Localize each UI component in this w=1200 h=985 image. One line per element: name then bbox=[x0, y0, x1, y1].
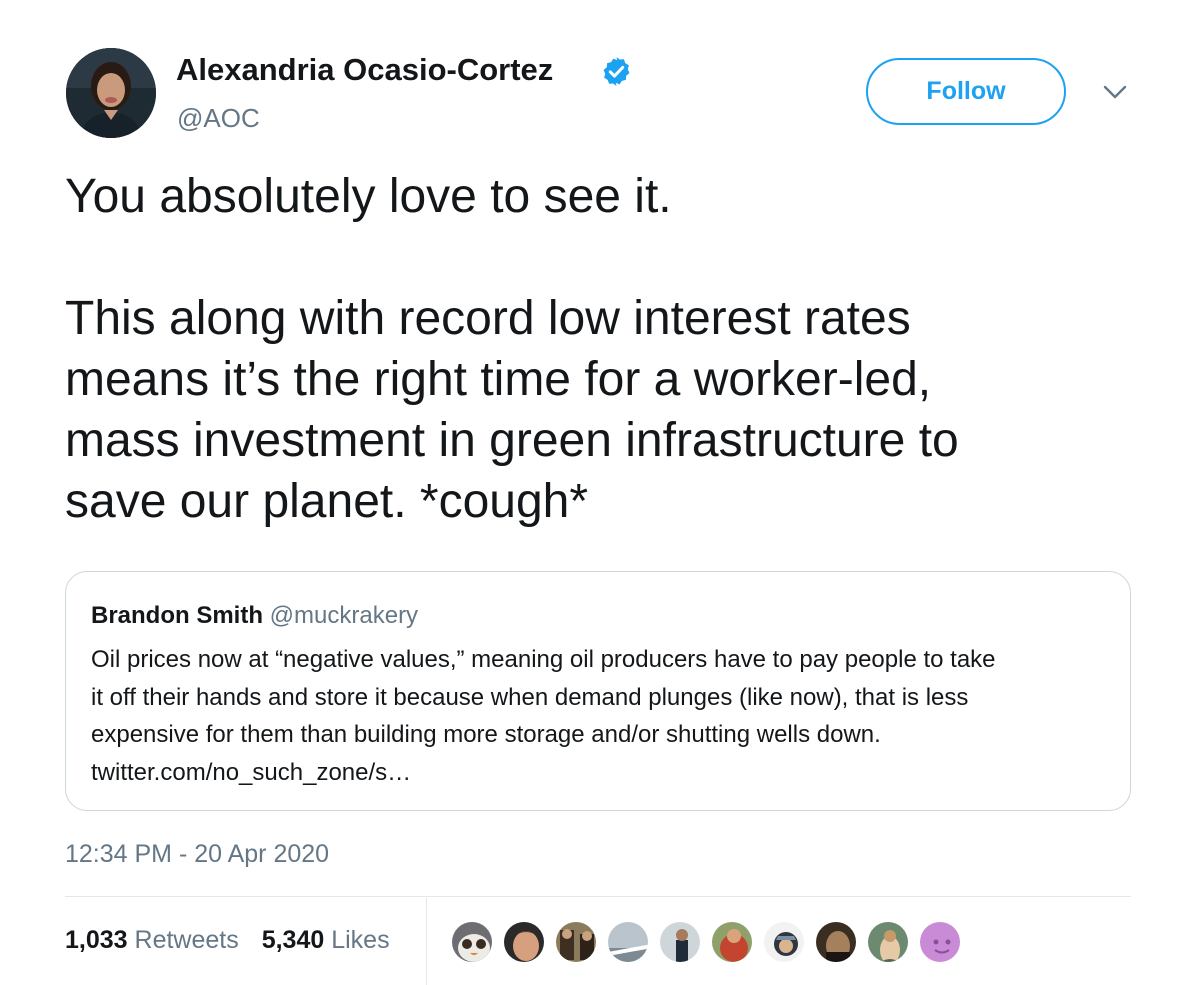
liker-avatar[interactable] bbox=[814, 920, 858, 964]
liker-avatar[interactable] bbox=[502, 920, 546, 964]
tweet-text-line: means it’s the right time for a worker-l… bbox=[65, 353, 932, 406]
tweet-text: You absolutely love to see it. This alon… bbox=[65, 166, 1145, 532]
tweet-card: Alexandria Ocasio-Cortez @AOC Follow You… bbox=[0, 0, 1200, 985]
likes-count: 5,340 bbox=[261, 926, 325, 954]
stats-divider bbox=[426, 898, 427, 985]
verified-badge-icon bbox=[603, 57, 630, 86]
tweet-timestamp[interactable]: 12:34 PM - 20 Apr 2020 bbox=[65, 840, 329, 869]
quoted-tweet[interactable]: Brandon Smith @muckrakery Oil prices now… bbox=[65, 571, 1131, 811]
liker-avatar[interactable] bbox=[450, 920, 494, 964]
liker-avatar[interactable] bbox=[554, 920, 598, 964]
tweet-stats: 1,033 Retweets 5,340 Likes bbox=[65, 926, 390, 955]
liker-avatar[interactable] bbox=[710, 920, 754, 964]
divider bbox=[65, 896, 1131, 897]
tweet-text-line: mass investment in green infrastructure … bbox=[65, 414, 959, 467]
author-name[interactable]: Alexandria Ocasio-Cortez bbox=[176, 52, 553, 88]
quoted-author-handle: @muckrakery bbox=[269, 602, 419, 629]
retweets-count: 1,033 bbox=[65, 926, 128, 954]
liker-avatar[interactable] bbox=[606, 920, 650, 964]
author-avatar[interactable] bbox=[66, 48, 156, 138]
quoted-author-name: Brandon Smith bbox=[91, 602, 263, 629]
follow-button[interactable]: Follow bbox=[866, 58, 1066, 125]
liker-avatar[interactable] bbox=[762, 920, 806, 964]
likes-stat[interactable]: 5,340 Likes bbox=[262, 926, 390, 954]
tweet-text-line: save our planet. *cough* bbox=[65, 475, 589, 528]
likes-label: Likes bbox=[331, 926, 390, 954]
retweets-stat[interactable]: 1,033 Retweets bbox=[65, 926, 246, 954]
tweet-text-line: You absolutely love to see it. bbox=[65, 170, 672, 223]
liker-avatar[interactable] bbox=[866, 920, 910, 964]
quoted-text-line: it off their hands and store it because … bbox=[91, 683, 969, 711]
quoted-text-line: Oil prices now at “negative values,” mea… bbox=[91, 646, 996, 673]
liker-avatar[interactable] bbox=[658, 920, 702, 964]
quoted-tweet-author: Brandon Smith @muckrakery bbox=[91, 602, 418, 630]
chevron-down-icon[interactable] bbox=[1100, 80, 1130, 104]
quoted-text-line: expensive for them than building more st… bbox=[91, 721, 881, 748]
retweets-label: Retweets bbox=[134, 926, 239, 954]
quoted-tweet-text: Oil prices now at “negative values,” mea… bbox=[91, 641, 1121, 791]
liker-avatar[interactable] bbox=[918, 920, 962, 964]
author-handle[interactable]: @AOC bbox=[177, 103, 260, 134]
tweet-text-line: This along with record low interest rate… bbox=[65, 292, 911, 345]
quoted-link[interactable]: twitter.com/no_such_zone/s… bbox=[91, 754, 1121, 792]
